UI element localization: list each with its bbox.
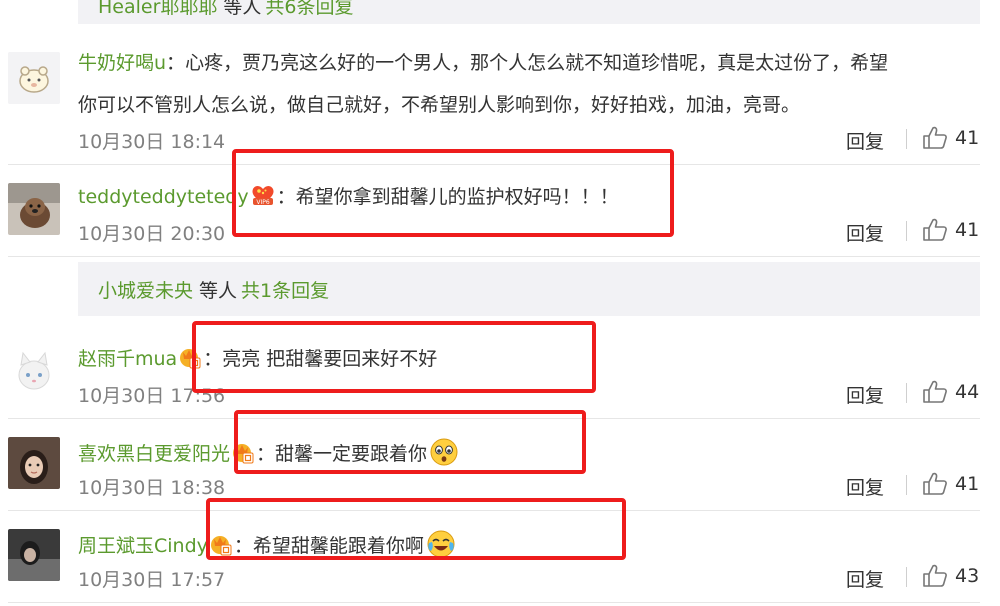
- reply-names[interactable]: Healer耶耶耶: [98, 0, 217, 19]
- bear-doodle-avatar[interactable]: [8, 52, 60, 104]
- like-count: 41: [955, 127, 980, 149]
- comment-text: 牛奶好喝u：心疼，贾乃亮这么好的一个男人，那个人怎么就不知道珍惜呢，真是太过份了…: [78, 52, 889, 74]
- timestamp: 10月30日 18:14: [78, 131, 226, 153]
- timestamp: 10月30日 17:57: [78, 569, 226, 591]
- reply-button[interactable]: 回复: [846, 381, 884, 408]
- action-divider: [906, 129, 907, 149]
- reply-summary-bar[interactable]: 小城爱未央 等人 共1条回复: [78, 262, 980, 316]
- username-link[interactable]: 牛奶好喝u: [78, 52, 166, 74]
- username-link[interactable]: 周王斌玉Cindy: [78, 535, 208, 557]
- thumbs-up-icon[interactable]: [922, 472, 948, 500]
- dark-photo-avatar[interactable]: [8, 529, 60, 581]
- username-link[interactable]: 赵雨千mua: [78, 348, 177, 370]
- thumbs-up-icon[interactable]: [922, 218, 948, 246]
- thumbs-up-icon[interactable]: [922, 380, 948, 408]
- like-count: 41: [955, 473, 980, 495]
- reply-names[interactable]: 小城爱未央: [98, 276, 193, 303]
- highlight-box: [206, 498, 626, 560]
- comment-text-line1: 心疼，贾乃亮这么好的一个男人，那个人怎么就不知道珍惜呢，真是太过份了，希望: [185, 52, 889, 74]
- dog-photo-avatar[interactable]: [8, 183, 60, 235]
- reply-button[interactable]: 回复: [846, 127, 884, 154]
- reply-summary-bar-top[interactable]: Healer耶耶耶 等人 共6条回复: [78, 0, 980, 24]
- highlight-box: [234, 410, 586, 474]
- thumbs-up-icon[interactable]: [922, 564, 948, 592]
- comment-text-line2: 你可以不管别人怎么说，做自己就好，不希望别人影响到你，好好拍戏，加油，亮哥。: [78, 94, 801, 116]
- action-divider: [906, 567, 907, 587]
- divider: [8, 602, 980, 603]
- like-count: 43: [955, 565, 980, 587]
- reply-button[interactable]: 回复: [846, 219, 884, 246]
- highlight-box: [192, 321, 596, 393]
- timestamp: 10月30日 18:38: [78, 477, 226, 499]
- white-cat-avatar[interactable]: [8, 345, 60, 397]
- reply-button[interactable]: 回复: [846, 473, 884, 500]
- like-count: 44: [955, 381, 980, 403]
- like-count: 41: [955, 219, 980, 241]
- reply-button[interactable]: 回复: [846, 565, 884, 592]
- reply-count-link[interactable]: 共6条回复: [265, 0, 353, 19]
- action-divider: [906, 383, 907, 403]
- reply-mid: 等人: [199, 279, 238, 302]
- reply-count-link[interactable]: 共1条回复: [241, 276, 329, 303]
- username-link[interactable]: 喜欢黑白更爱阳光: [78, 443, 230, 465]
- divider: [8, 256, 980, 257]
- timestamp: 10月30日 20:30: [78, 223, 226, 245]
- action-divider: [906, 475, 907, 495]
- highlight-box: [232, 149, 674, 237]
- action-divider: [906, 221, 907, 241]
- username-link[interactable]: teddyteddytetedy: [78, 186, 249, 208]
- thumbs-up-icon[interactable]: [922, 126, 948, 154]
- reply-mid: 等人: [223, 0, 262, 18]
- girl-photo-avatar[interactable]: [8, 437, 60, 489]
